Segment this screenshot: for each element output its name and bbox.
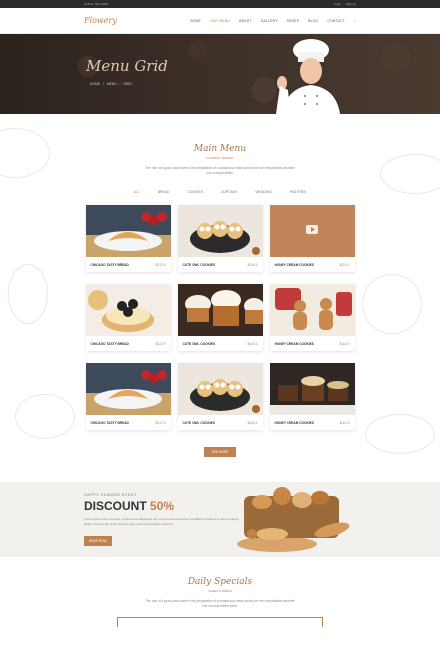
product-price: $16.5 [247,262,258,267]
product-image-owls[interactable] [177,363,263,415]
breadcrumb: HOME / MENU / GRID [90,82,135,86]
specials-frame [117,617,323,627]
search-icon[interactable]: ⌕ [354,19,356,23]
promo-eyebrow: HAPPY SUMMER EVENT [84,493,137,497]
shop-now-button[interactable]: SHOP NOW [84,536,112,546]
filter-tabs: ALL BREAD COOKIES CUPCAKE WEDDING PASTRI… [0,190,440,194]
breadcrumb-sep: / [102,82,104,86]
nav-item-pages[interactable]: PAGES [287,19,299,23]
decor-sketch [380,154,440,194]
section-description: The role of a good cook ware in the prep… [145,599,295,608]
product-card[interactable]: CHICAGO TASTY BREAD $12.9 [85,205,171,272]
main-menu-section: Main Menu FLOWERY BAKERY The role of a g… [0,114,440,458]
bread-basket-image [237,487,350,552]
product-price: $12.9 [155,262,166,267]
promo-headline: DISCOUNT 50% [84,499,174,513]
product-card[interactable]: HONEY CREAM COOKIES $11.0 [269,284,355,351]
hero-background [0,34,440,114]
product-name[interactable]: CHICAGO TASTY BREAD [91,342,129,346]
decor-sketch [0,128,50,178]
discount-banner: HAPPY SUMMER EVENT DISCOUNT 50% Lorem ip… [0,482,440,557]
nav-menu: HOME OUR MENU ABOUT GALLERY PAGES BLOG C… [190,19,356,23]
breadcrumb-home[interactable]: HOME [90,82,100,86]
product-image-tart[interactable] [85,284,171,336]
product-name[interactable]: CUTE OWL COOKIES [183,421,216,425]
product-price: $11.0 [339,341,350,346]
chef-image [276,39,340,114]
section-title: Main Menu [193,144,247,154]
promo-discount-value: 50% [150,499,175,513]
product-price: $16.5 [247,341,258,346]
breadcrumb-grid: GRID [123,82,132,86]
product-name[interactable]: CUTE OWL COOKIES [183,342,216,346]
tab-cupcake[interactable]: CUPCAKE [221,190,237,194]
decor-sketch [8,264,48,324]
product-image-croissant[interactable] [85,363,171,415]
tab-bread[interactable]: BREAD [158,190,170,194]
tab-cookies[interactable]: COOKIES [187,190,202,194]
main-nav: Flowery HOME OUR MENU ABOUT GALLERY PAGE… [0,8,440,34]
daily-specials-section: Daily Specials SWEETS BREAD The role of … [0,577,440,627]
product-price: $11.0 [339,262,350,267]
product-image-cupcakes[interactable] [177,284,263,336]
signup-link[interactable]: Sign up [346,2,356,6]
see-more-button[interactable]: SEE MORE [203,447,237,457]
nav-item-home[interactable]: HOME [190,19,201,23]
product-name[interactable]: HONEY CREAM COOKIES [275,421,314,425]
section-title: Daily Specials [187,577,253,587]
product-price: $16.5 [247,420,258,425]
product-name[interactable]: CHICAGO TASTY BREAD [91,421,129,425]
nav-item-gallery[interactable]: GALLERY [261,19,278,23]
product-image-owls[interactable] [177,205,263,257]
promo-text: Lorem ipsum dolor sit amet, consectetur … [84,517,239,526]
decor-sketch [365,414,435,454]
product-name[interactable]: HONEY CREAM COOKIES [275,342,314,346]
tab-pastries[interactable]: PASTRIES [290,190,307,194]
product-card[interactable]: CUTE OWL COOKIES $16.5 [177,205,263,272]
top-bar: Hotline: 88-6-9837 Login Sign up [0,0,440,8]
product-card[interactable]: HONEY CREAM COOKIES $11.0 [269,363,355,430]
product-image-gingerbread[interactable] [269,284,355,336]
hotline-text: Hotline: 88-6-9837 [84,2,109,6]
product-card[interactable]: CUTE OWL COOKIES $16.5 [177,284,263,351]
site-logo[interactable]: Flowery [84,16,117,25]
decor-sketch [15,394,75,439]
page-title: Menu Grid [86,57,168,75]
product-card[interactable]: CHICAGO TASTY BREAD $12.9 [85,284,171,351]
login-link[interactable]: Login [334,2,341,6]
product-price: $12.9 [155,420,166,425]
product-price: $11.0 [339,420,350,425]
product-card[interactable]: HONEY CREAM COOKIES $11.0 [269,205,355,272]
product-name[interactable]: CHICAGO TASTY BREAD [91,263,129,267]
product-name[interactable]: HONEY CREAM COOKIES [275,263,314,267]
nav-item-blog[interactable]: BLOG [308,19,318,23]
nav-item-contact[interactable]: CONTACT [327,19,345,23]
tab-all[interactable]: ALL [134,190,140,194]
section-description: The role of a good cook ware in the prep… [145,166,295,175]
nav-item-menu[interactable]: OUR MENU [210,19,230,23]
product-name[interactable]: CUTE OWL COOKIES [183,263,216,267]
breadcrumb-sep: / [119,82,121,86]
breadcrumb-menu[interactable]: MENU [107,82,117,86]
product-card[interactable]: CHICAGO TASTY BREAD $12.9 [85,363,171,430]
section-subtitle: FLOWERY BAKERY [206,156,234,160]
product-price: $12.9 [155,341,166,346]
product-image-cakes[interactable] [269,363,355,415]
promo-discount-word: DISCOUNT [84,499,147,513]
page-hero: Menu Grid HOME / MENU / GRID [0,34,440,114]
product-card[interactable]: CUTE OWL COOKIES $16.5 [177,363,263,430]
product-image-video[interactable] [269,205,355,257]
section-subtitle: SWEETS BREAD [208,589,232,593]
decor-sketch [362,274,422,334]
product-image-croissant[interactable] [85,205,171,257]
tab-wedding[interactable]: WEDDING [255,190,271,194]
nav-item-about[interactable]: ABOUT [239,19,252,23]
